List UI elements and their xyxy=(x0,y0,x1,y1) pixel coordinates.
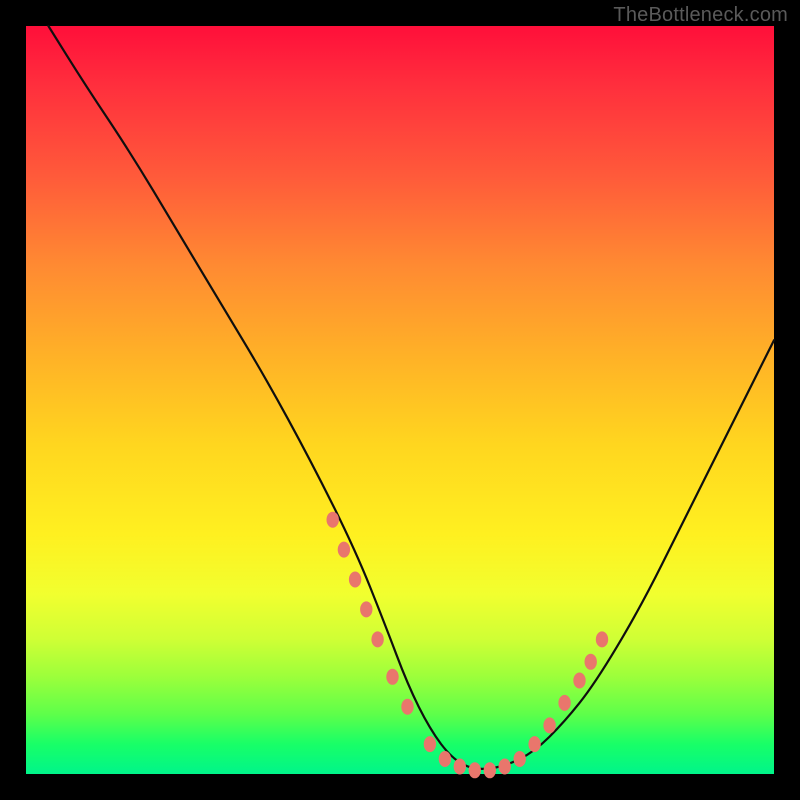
marker-dot xyxy=(386,669,398,685)
marker-dot xyxy=(484,762,496,778)
marker-dot xyxy=(424,736,436,752)
marker-dot xyxy=(371,631,383,647)
marker-dot xyxy=(528,736,540,752)
watermark-text: TheBottleneck.com xyxy=(613,4,788,27)
marker-dot xyxy=(360,601,372,617)
curve-markers xyxy=(327,512,609,779)
marker-dot xyxy=(327,512,339,528)
marker-dot xyxy=(349,572,361,588)
curve-svg xyxy=(26,26,774,774)
marker-dot xyxy=(469,762,481,778)
marker-dot xyxy=(514,751,526,767)
marker-dot xyxy=(338,542,350,558)
marker-dot xyxy=(439,751,451,767)
marker-dot xyxy=(454,759,466,775)
bottleneck-curve xyxy=(48,26,774,769)
marker-dot xyxy=(401,699,413,715)
marker-dot xyxy=(558,695,570,711)
chart-container: TheBottleneck.com xyxy=(0,0,800,800)
marker-dot xyxy=(585,654,597,670)
marker-dot xyxy=(499,759,511,775)
marker-dot xyxy=(573,673,585,689)
marker-dot xyxy=(596,631,608,647)
marker-dot xyxy=(543,717,555,733)
plot-area xyxy=(26,26,774,774)
